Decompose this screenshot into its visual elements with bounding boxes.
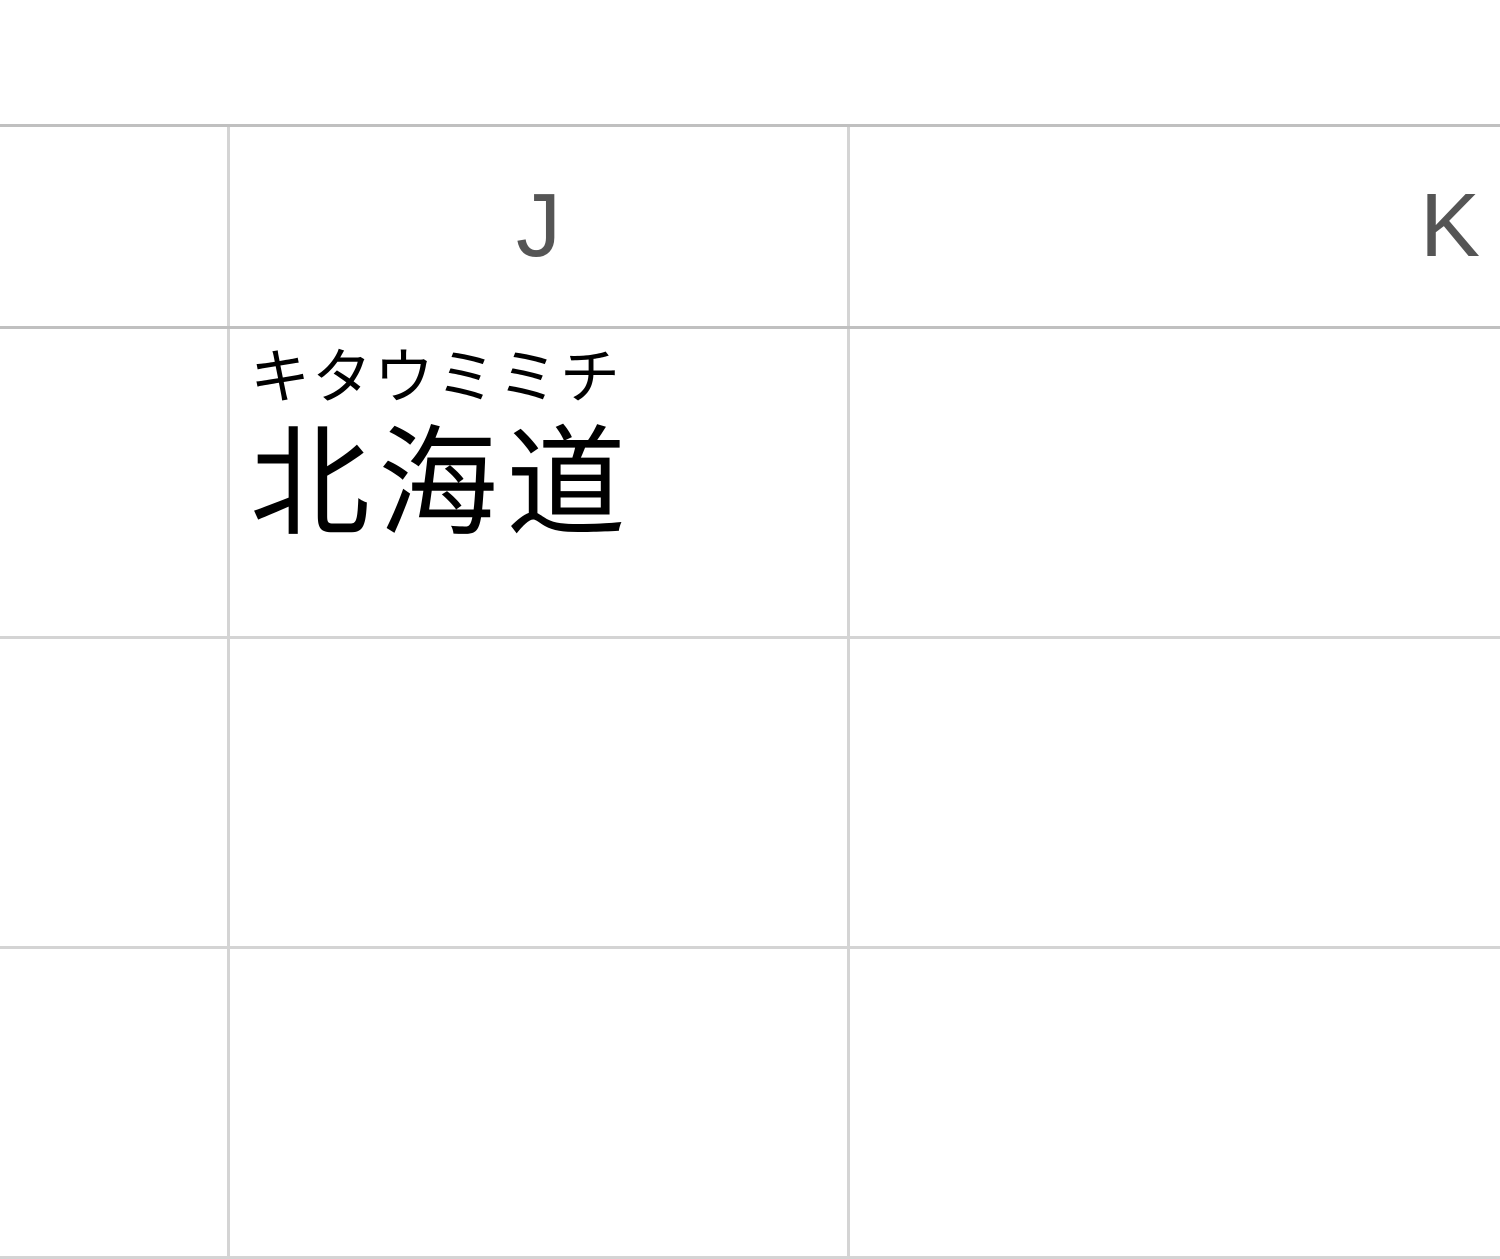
- column-label-k: K: [1420, 175, 1480, 278]
- cell-j3[interactable]: [230, 949, 850, 1256]
- cell-j1[interactable]: キタウミミチ 北海道: [230, 329, 850, 636]
- cell-partial-row2[interactable]: [0, 639, 230, 946]
- row-3: [0, 949, 1500, 1259]
- column-header-row: J K: [0, 124, 1500, 329]
- cell-k1[interactable]: [850, 329, 1500, 636]
- cell-j1-main: 北海道: [250, 419, 827, 551]
- top-margin: [0, 0, 1500, 124]
- row-1: キタウミミチ 北海道: [0, 329, 1500, 639]
- spreadsheet-grid: J K キタウミミチ 北海道: [0, 0, 1500, 1245]
- row-2: [0, 639, 1500, 949]
- cell-j1-phonetic: キタウミミチ: [250, 347, 827, 419]
- column-header-j[interactable]: J: [230, 127, 850, 326]
- cell-partial-row3[interactable]: [0, 949, 230, 1256]
- column-header-k[interactable]: K: [850, 127, 1500, 326]
- column-header-partial[interactable]: [0, 127, 230, 326]
- cell-k3[interactable]: [850, 949, 1500, 1256]
- cell-k2[interactable]: [850, 639, 1500, 946]
- column-label-j: J: [516, 175, 561, 278]
- cell-j2[interactable]: [230, 639, 850, 946]
- cell-partial-row1[interactable]: [0, 329, 230, 636]
